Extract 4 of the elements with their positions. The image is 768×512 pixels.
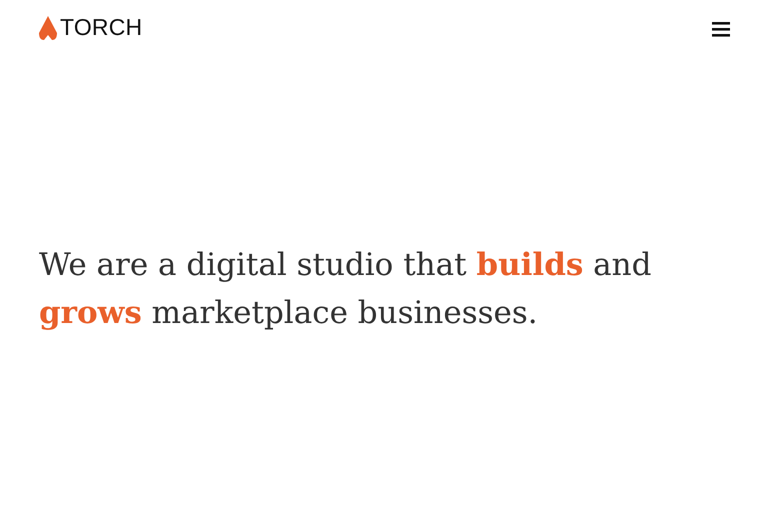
hero-headline: We are a digital studio that builds and grows marketplace businesses. xyxy=(39,246,652,333)
menu-icon[interactable] xyxy=(712,20,730,36)
flame-icon xyxy=(39,16,57,40)
logo-text[interactable]: TORCH xyxy=(60,14,142,41)
